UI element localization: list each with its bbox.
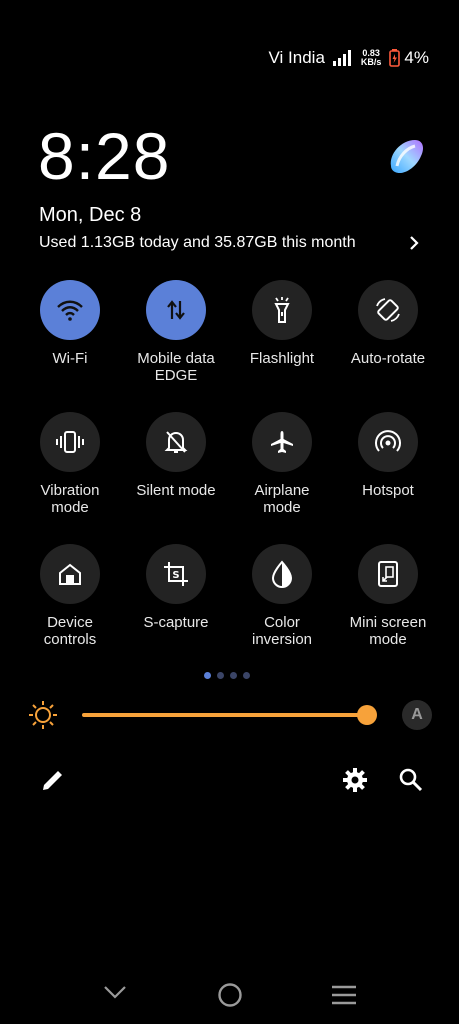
quick-settings-grid: Wi-Fi Mobile data EDGE Flashlight Auto-r… [17,280,441,664]
tile-label: S-capture [143,614,209,631]
status-bar: Vi India 0.83 KB/s 4% [269,48,430,68]
battery-percent: 4% [404,48,429,67]
tile-label: Wi-Fi [52,350,88,367]
data-usage-row[interactable]: Used 1.13GB today and 35.87GB this month [39,234,419,252]
tile-label: Device controls [43,614,97,648]
signal-icon [332,50,353,66]
wifi-icon [56,299,84,321]
tile-label: Silent mode [136,482,216,499]
brightness-slider[interactable] [82,713,367,717]
mobile-data-icon [165,299,187,321]
mini-screen-icon [377,560,399,588]
speed-unit: KB/s [360,57,382,67]
menu-icon[interactable] [331,983,357,1007]
wifi-toggle[interactable] [40,280,100,340]
page-dot-active [204,672,211,679]
chevron-right-icon [409,235,419,251]
search-icon[interactable] [398,767,424,793]
battery-icon [389,49,401,67]
tile-s-capture[interactable]: S S-capture [123,544,229,664]
tile-wifi[interactable]: Wi-Fi [17,280,123,400]
data-usage-text: Used 1.13GB today and 35.87GB this month [39,234,356,251]
vibration-icon [55,430,85,454]
edit-pencil-icon[interactable] [40,767,66,793]
page-dot [217,672,224,679]
device-controls-toggle[interactable] [40,544,100,604]
tile-silent-mode[interactable]: Silent mode [123,412,229,532]
tile-device-controls[interactable]: Device controls [17,544,123,664]
airplane-icon [269,429,295,455]
home-icon [57,562,83,586]
network-speed: 0.83 KB/s [361,49,382,67]
vibration-toggle[interactable] [40,412,100,472]
tile-airplane[interactable]: Airplane mode [229,412,335,532]
clock: 8:28 [38,119,171,193]
tile-label: Mini screen mode [349,614,427,648]
silent-mode-icon [164,429,188,455]
hotspot-icon [374,429,402,455]
mini-screen-toggle[interactable] [358,544,418,604]
brightness-slider-thumb[interactable] [357,705,377,725]
tile-mini-screen[interactable]: Mini screen mode [335,544,441,664]
auto-rotate-icon [374,296,402,324]
home-circle-icon[interactable] [217,982,243,1008]
navigation-bar [0,980,459,1010]
flashlight-icon [271,296,293,324]
tile-flashlight[interactable]: Flashlight [229,280,335,400]
tile-auto-rotate[interactable]: Auto-rotate [335,280,441,400]
battery-indicator: 4% [389,48,429,68]
auto-rotate-toggle[interactable] [358,280,418,340]
tile-color-inversion[interactable]: Color inversion [229,544,335,664]
page-dot [243,672,250,679]
tile-label: Mobile data EDGE [137,350,215,384]
mobile-data-toggle[interactable] [146,280,206,340]
tile-hotspot[interactable]: Hotspot [335,412,441,532]
tile-label: Color inversion [251,614,313,648]
tile-label: Vibration mode [40,482,100,516]
brightness-control: A [28,700,436,730]
tile-label: Flashlight [249,350,315,367]
silent-mode-toggle[interactable] [146,412,206,472]
flashlight-toggle[interactable] [252,280,312,340]
color-inversion-icon [270,560,294,588]
date-label: Mon, Dec 8 [39,204,142,226]
page-indicator [204,672,250,679]
tile-label: Auto-rotate [350,350,426,367]
chevron-down-icon[interactable] [103,984,127,1000]
airplane-toggle[interactable] [252,412,312,472]
auto-brightness-button[interactable]: A [402,700,432,730]
page-dot [230,672,237,679]
carrier-label: Vi India [268,48,325,67]
tile-mobile-data[interactable]: Mobile data EDGE [123,280,229,400]
tile-label: Hotspot [362,482,414,499]
hotspot-toggle[interactable] [358,412,418,472]
s-capture-icon: S [162,560,190,588]
assistant-orb-icon[interactable] [385,136,425,176]
svg-text:S: S [172,570,179,581]
settings-gear-icon[interactable] [342,767,368,793]
tile-vibration[interactable]: Vibration mode [17,412,123,532]
panel-actions [40,765,424,795]
s-capture-toggle[interactable]: S [146,544,206,604]
tile-label: Airplane mode [254,482,310,516]
color-inversion-toggle[interactable] [252,544,312,604]
sun-icon [28,700,58,730]
